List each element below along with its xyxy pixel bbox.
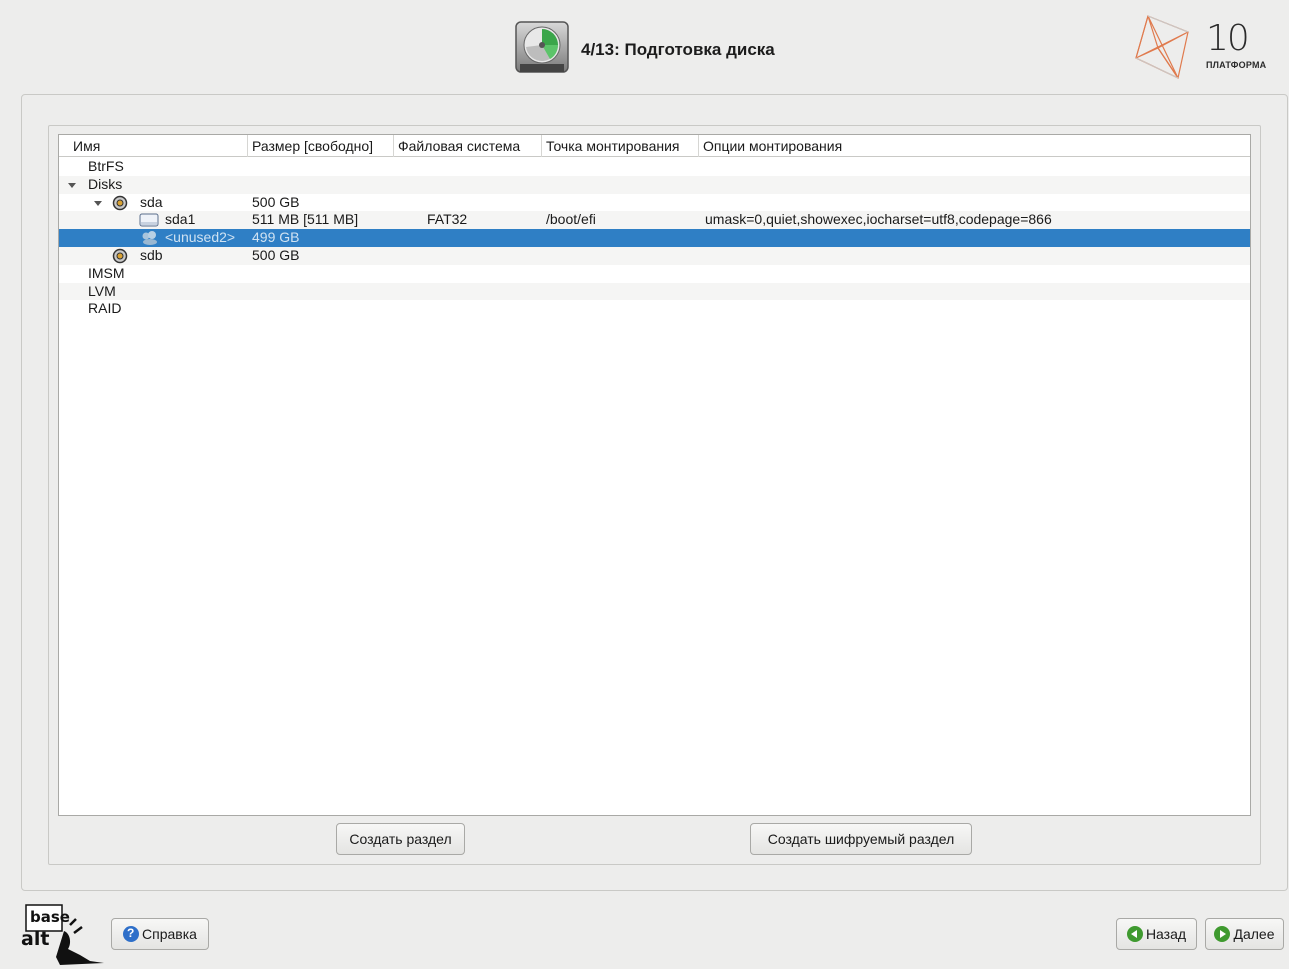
row-name: <unused2> [165, 229, 236, 246]
help-button[interactable]: ? Справка [111, 918, 209, 950]
hard-disk-icon [512, 20, 572, 78]
column-mountpoint[interactable]: Точка монтирования [542, 135, 699, 157]
tree-header: Имя Размер [свободно] Файловая система Т… [59, 135, 1250, 157]
arrow-right-icon [1214, 926, 1231, 942]
create-encrypted-partition-button[interactable]: Создать шифруемый раздел [750, 823, 972, 855]
create-partition-button[interactable]: Создать раздел [336, 823, 465, 855]
next-button-label: Далее [1233, 926, 1275, 942]
header: 4/13: Подготовка диска 10 ПЛАТФОРМА [0, 0, 1289, 92]
tree-row-imsm[interactable]: IMSM [59, 265, 1250, 283]
row-name: IMSM [88, 264, 125, 281]
row-size: 499 GB [252, 229, 300, 246]
column-filesystem[interactable]: Файловая система [394, 135, 542, 157]
brand-crystal-icon [1135, 15, 1189, 79]
tree-row-sda1[interactable]: sda1 511 MB [511 MB] FAT32 /boot/efi uma… [59, 211, 1250, 230]
logo-text-alt: alt [21, 928, 49, 950]
page-title: 4/13: Подготовка диска [581, 40, 775, 59]
brand-word: ПЛАТФОРМА [1206, 60, 1267, 70]
basealt-logo: base alt [20, 903, 106, 967]
brand-number: 10 [1206, 18, 1250, 59]
row-name: sdb [140, 246, 163, 263]
tree-row-disks[interactable]: Disks [59, 175, 1250, 194]
row-mount-options: umask=0,quiet,showexec,iocharset=utf8,co… [705, 211, 1052, 228]
expander-icon[interactable] [94, 200, 102, 206]
row-size: 500 GB [252, 193, 300, 210]
help-icon: ? [123, 926, 140, 942]
brand-logo: 10 ПЛАТФОРМА [1128, 12, 1289, 84]
arrow-left-icon [1126, 926, 1143, 942]
row-filesystem: FAT32 [427, 211, 468, 228]
column-mount-options[interactable]: Опции монтирования [699, 135, 1250, 157]
expander-icon[interactable] [68, 182, 76, 188]
row-name: sda1 [165, 211, 196, 228]
help-button-label: Справка [142, 926, 197, 942]
tree-row-lvm[interactable]: LVM [59, 282, 1250, 301]
row-size: 500 GB [252, 246, 300, 263]
row-name: RAID [88, 300, 122, 317]
tree-row-raid[interactable]: RAID [59, 300, 1250, 318]
tree-rows: BtrFS Disks sda 500 GB sda1 511 MB [511 … [59, 158, 1250, 318]
row-name: sda [140, 193, 163, 210]
column-size[interactable]: Размер [свободно] [248, 135, 394, 157]
tree-row-sdb[interactable]: sdb 500 GB [59, 246, 1250, 265]
partition-tree[interactable]: Имя Размер [свободно] Файловая система Т… [58, 134, 1251, 816]
logo-text-base: base [30, 908, 70, 926]
back-button-label: Назад [1145, 926, 1187, 942]
tree-row-sda[interactable]: sda 500 GB [59, 194, 1250, 212]
row-size: 511 MB [511 MB] [252, 211, 359, 228]
row-mountpoint: /boot/efi [546, 211, 596, 228]
tree-row-btrfs[interactable]: BtrFS [59, 158, 1250, 176]
tree-row-unused2[interactable]: <unused2> 499 GB [59, 229, 1250, 247]
row-name: BtrFS [88, 158, 124, 174]
column-name[interactable]: Имя [59, 135, 248, 157]
next-button[interactable]: Далее [1205, 918, 1284, 950]
row-name: Disks [88, 175, 123, 192]
back-button[interactable]: Назад [1116, 918, 1197, 950]
row-name: LVM [88, 282, 116, 299]
